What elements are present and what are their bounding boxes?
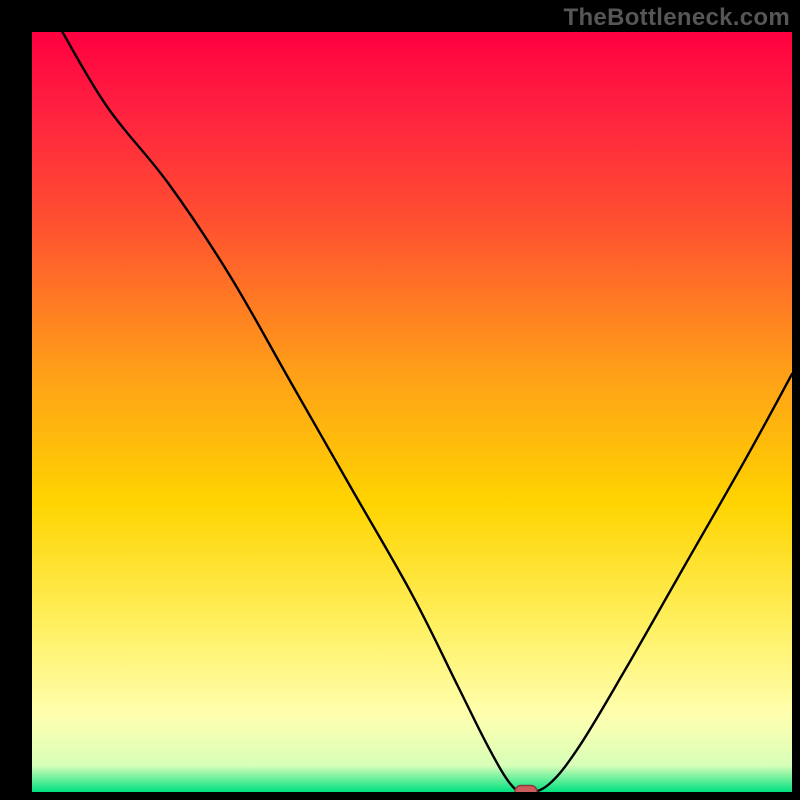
chart-canvas — [0, 0, 800, 800]
chart-frame: TheBottleneck.com — [0, 0, 800, 800]
gradient-background — [32, 32, 792, 792]
optimum-marker — [515, 786, 537, 799]
